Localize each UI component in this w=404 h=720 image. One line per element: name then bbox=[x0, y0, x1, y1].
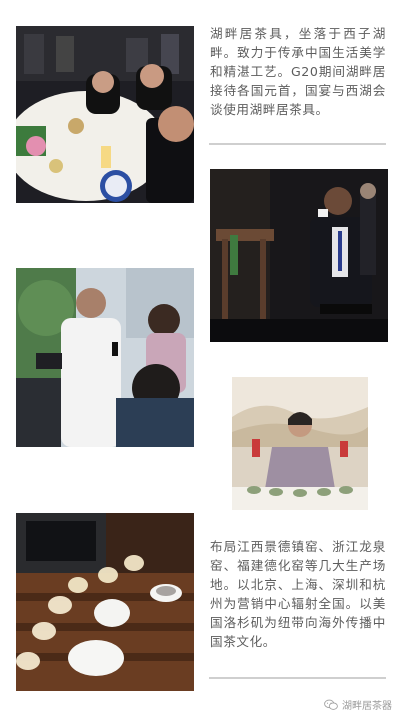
account-footer: 湖畔居茶器 bbox=[324, 697, 392, 712]
tea-ceremony-photo bbox=[232, 377, 368, 510]
tea-set-photo bbox=[16, 513, 194, 691]
banquet-photo bbox=[16, 26, 194, 203]
intro-divider bbox=[209, 143, 386, 145]
tea-reception-photo bbox=[210, 169, 388, 342]
intro-text: 湖畔居茶具，坐落于西子湖畔。致力于传承中国生活美学和精湛工艺。G20期间湖畔居接… bbox=[210, 26, 386, 117]
production-divider bbox=[209, 677, 386, 679]
production-text: 布局江西景德镇窑、浙江龙泉窑、福建德化窑等几大生产场地。以北京、上海、深圳和杭州… bbox=[210, 539, 386, 649]
interview-photo bbox=[16, 268, 194, 447]
wechat-icon bbox=[324, 699, 338, 710]
account-name: 湖畔居茶器 bbox=[342, 701, 392, 712]
